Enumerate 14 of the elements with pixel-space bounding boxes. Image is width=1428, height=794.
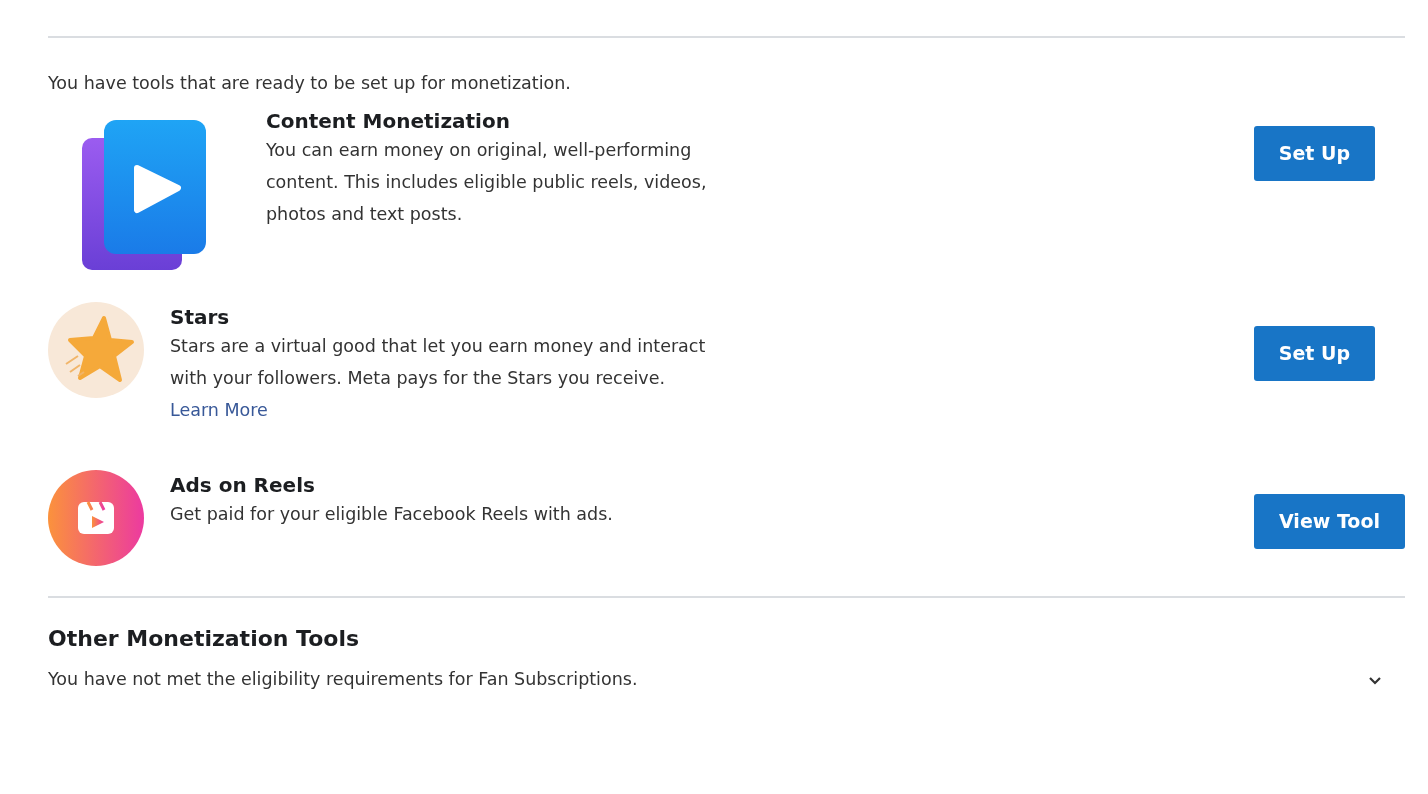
tool-action-button[interactable]: Set Up — [1253, 326, 1375, 381]
section-heading: Other Monetization Tools — [48, 625, 361, 654]
tool-description: Get paid for your eligible Facebook Reels with ads. — [170, 503, 614, 527]
tool-title: Content Monetization — [266, 108, 511, 135]
intro-text: You have tools that are ready to be set up for monetization. — [48, 72, 572, 95]
learn-more-link[interactable]: Learn More — [170, 400, 268, 421]
section-description: You have not met the eligibility requirements for Fan Subscriptions. — [48, 668, 638, 692]
reels-icon — [48, 470, 144, 567]
tool-action-button[interactable]: View Tool — [1254, 494, 1405, 549]
tool-description: Stars are a virtual good that let you earn money and interact with your followers. Meta pays for the Stars you receive. Learn More — [170, 335, 707, 423]
tool-title: Ads on Reels — [170, 472, 316, 499]
tool-action-button[interactable]: Set Up — [1253, 126, 1375, 181]
tool-description: You can earn money on original, well-performing content. This includes eligible public reels, videos, photos and text posts. — [266, 139, 708, 227]
tool-title: Stars — [170, 304, 231, 331]
